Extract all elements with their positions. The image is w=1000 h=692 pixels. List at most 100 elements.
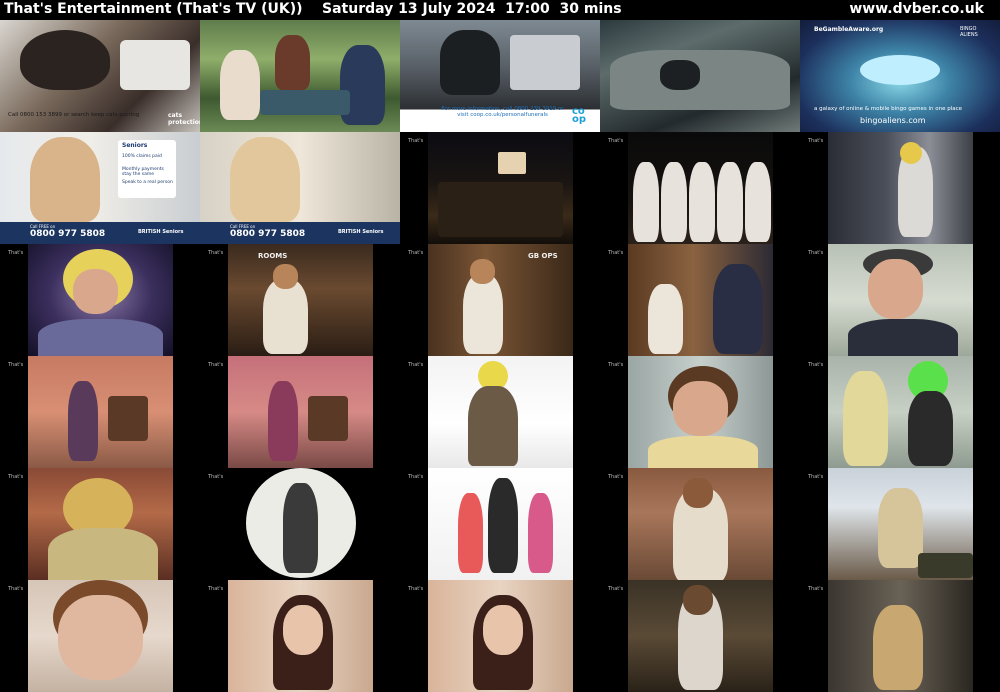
bingo-brand: BINGO ALIENS	[960, 26, 978, 38]
video-frame-cell[interactable]: That's	[0, 580, 200, 692]
video-frame-cell[interactable]: That's	[600, 132, 800, 244]
ad-caption: For more information, call 0800 239 3919…	[441, 106, 564, 118]
video-frame-cell[interactable]: That's	[0, 468, 200, 580]
video-frame-thumbnail	[628, 580, 773, 692]
seniors-phone: 0800 977 5808	[230, 229, 306, 239]
figure-shape	[230, 137, 300, 222]
video-frame-cell[interactable]: That's	[800, 468, 1000, 580]
video-frame-cell[interactable]: BeGambleAware.org BINGO ALIENS a galaxy of…	[800, 20, 1000, 132]
video-frame-cell[interactable]: Call FREE on 0800 977 5808 BRITISH Seniors	[200, 132, 400, 244]
figure-shape	[860, 55, 940, 85]
video-frame-thumbnail	[28, 244, 173, 356]
seniors-info-box: Seniors 100% claims paid Monthly payments …	[118, 140, 176, 198]
channel-logo: That's	[608, 362, 624, 368]
video-frame-cell[interactable]: That's	[400, 468, 600, 580]
video-frame-cell[interactable]: That's	[400, 580, 600, 692]
channel-logo: That's	[408, 586, 424, 592]
video-frame-thumbnail: For more information, call 0800 239 3919…	[400, 20, 600, 132]
channel-logo: That's	[8, 586, 24, 592]
ad-caption: Call 0800 153 3899 or search keep cats p…	[8, 112, 140, 118]
header-bar: That's Entertainment (That's TV (UK)) Sa…	[0, 0, 1000, 20]
video-frame-cell[interactable]: That's	[0, 356, 200, 468]
video-frame-thumbnail	[828, 244, 973, 356]
figure-shape	[673, 381, 728, 436]
figure-shape	[528, 493, 553, 573]
channel-logo: That's	[208, 362, 224, 368]
video-frame-thumbnail	[628, 468, 773, 580]
page-title: That's Entertainment (That's TV (UK)) Sa…	[4, 1, 622, 17]
video-frame-cell[interactable]: That's	[600, 468, 800, 580]
video-frame-thumbnail	[828, 580, 973, 692]
video-frame-cell[interactable]: That's	[600, 580, 800, 692]
ad-logo: co op	[572, 106, 587, 125]
figure-shape	[73, 269, 118, 314]
video-frame-cell[interactable]	[600, 20, 800, 132]
video-frame-thumbnail: BeGambleAware.org BINGO ALIENS a galaxy of…	[800, 20, 1000, 132]
seniors-point: Speak to a real person	[122, 180, 173, 185]
video-frame-thumbnail	[228, 580, 373, 692]
seniors-title: Seniors	[122, 142, 148, 149]
channel-logo: That's	[408, 138, 424, 144]
channel-logo: That's	[808, 362, 824, 368]
figure-shape	[498, 152, 526, 174]
video-frame-cell[interactable]: That's	[800, 580, 1000, 692]
video-frame-cell[interactable]: That's	[200, 580, 400, 692]
sign-text: GB OPS	[528, 252, 558, 260]
figure-shape	[510, 35, 580, 90]
video-frame-thumbnail	[228, 468, 373, 580]
video-frame-thumbnail	[828, 468, 973, 580]
video-frame-cell[interactable]: Seniors 100% claims paid Monthly payments …	[0, 132, 200, 244]
video-frame-cell[interactable]	[200, 20, 400, 132]
video-frame-cell[interactable]: That's	[200, 356, 400, 468]
figure-shape	[108, 396, 148, 441]
figure-shape	[660, 60, 700, 90]
figure-shape	[683, 478, 713, 508]
figure-shape	[220, 50, 260, 120]
video-frame-cell[interactable]: GB OPS That's	[400, 244, 600, 356]
video-frame-cell[interactable]: That's	[800, 356, 1000, 468]
video-frame-thumbnail: ROOMS	[228, 244, 373, 356]
video-frame-cell[interactable]: That's	[800, 132, 1000, 244]
video-frame-cell[interactable]: That's	[600, 356, 800, 468]
figure-shape	[683, 585, 713, 615]
video-frame-cell[interactable]: That's	[600, 244, 800, 356]
video-frame-cell[interactable]: Call 0800 153 3899 or search keep cats p…	[0, 20, 200, 132]
channel-logo: That's	[808, 250, 824, 256]
video-frame-cell[interactable]: That's	[400, 132, 600, 244]
figure-shape	[30, 137, 100, 222]
video-frame-cell[interactable]: That's	[800, 244, 1000, 356]
figure-shape	[48, 528, 158, 580]
figure-shape	[273, 264, 298, 289]
video-frame-thumbnail	[628, 356, 773, 468]
video-frame-thumbnail: GB OPS	[428, 244, 573, 356]
video-frame-thumbnail	[828, 132, 973, 244]
figure-shape	[58, 595, 143, 680]
figure-shape	[120, 40, 190, 90]
figure-shape	[900, 142, 922, 164]
ad-logo: cats protection	[168, 112, 200, 126]
video-frame-thumbnail: Seniors 100% claims paid Monthly payments …	[0, 132, 200, 244]
figure-shape	[463, 274, 503, 354]
channel-logo: That's	[8, 362, 24, 368]
figure-shape	[717, 162, 743, 242]
video-frame-cell[interactable]: That's	[0, 244, 200, 356]
figure-shape	[848, 319, 958, 356]
gambleaware-logo: BeGambleAware.org	[814, 26, 884, 33]
video-frame-thumbnail: Call 0800 153 3899 or search keep cats p…	[0, 20, 200, 132]
figure-shape	[878, 488, 923, 568]
figure-shape	[661, 162, 687, 242]
channel-logo: That's	[808, 586, 824, 592]
video-frame-cell[interactable]: That's	[400, 356, 600, 468]
video-frame-cell[interactable]: That's	[200, 468, 400, 580]
video-frame-thumbnail	[28, 468, 173, 580]
figure-shape	[470, 259, 495, 284]
figure-shape	[468, 386, 518, 466]
channel-logo: That's	[408, 362, 424, 368]
channel-logo: That's	[808, 138, 824, 144]
figure-shape	[68, 381, 98, 461]
seniors-brand: BRITISH Seniors	[338, 229, 384, 235]
video-frame-cell[interactable]: For more information, call 0800 239 3919…	[400, 20, 600, 132]
figure-shape	[488, 478, 518, 573]
site-link[interactable]: www.dvber.co.uk	[849, 0, 984, 20]
video-frame-cell[interactable]: ROOMS That's	[200, 244, 400, 356]
